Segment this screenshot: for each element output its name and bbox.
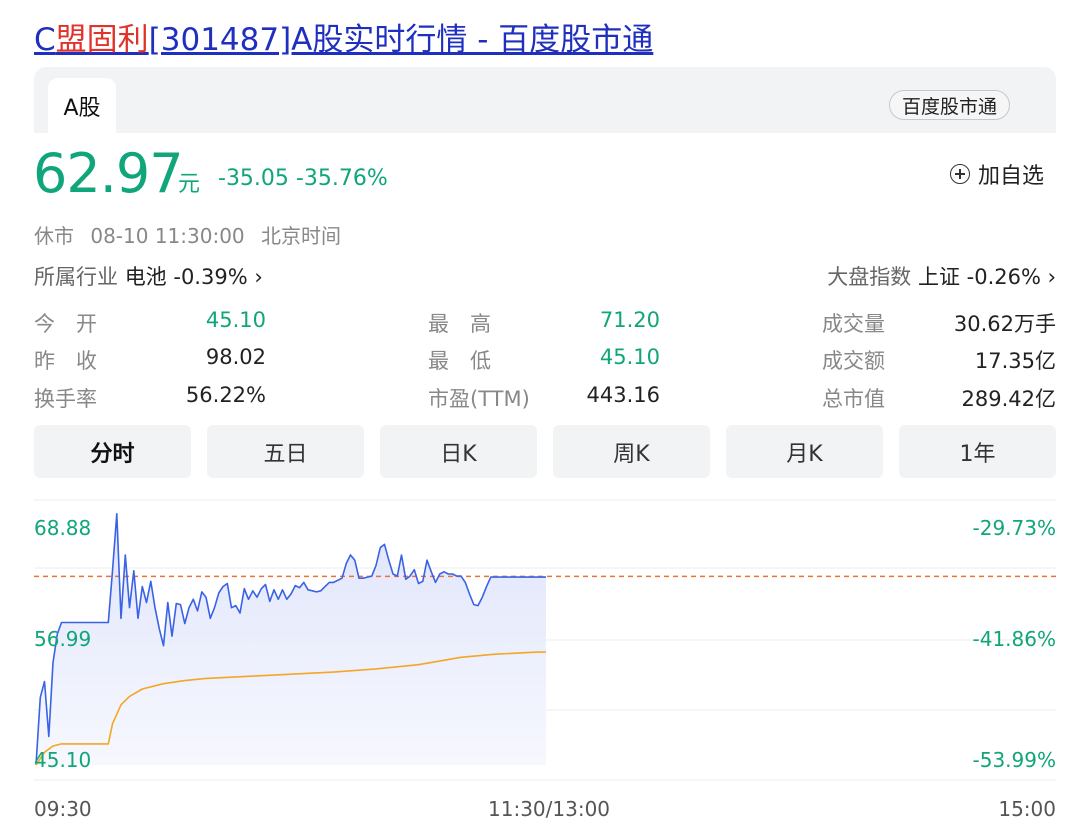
- y-right-tick-mid: -41.86%: [972, 627, 1056, 651]
- x-tick-open: 09:30: [34, 797, 92, 821]
- intraday-chart[interactable]: [0, 0, 1080, 839]
- y-left-tick-bottom: 45.10: [34, 748, 92, 772]
- y-right-tick-top: -29.73%: [972, 516, 1056, 540]
- y-left-tick-top: 68.88: [34, 516, 92, 540]
- y-right-tick-bottom: -53.99%: [972, 748, 1056, 772]
- x-tick-midday: 11:30/13:00: [488, 797, 611, 821]
- y-left-tick-mid: 56.99: [34, 627, 92, 651]
- x-tick-close: 15:00: [998, 797, 1056, 821]
